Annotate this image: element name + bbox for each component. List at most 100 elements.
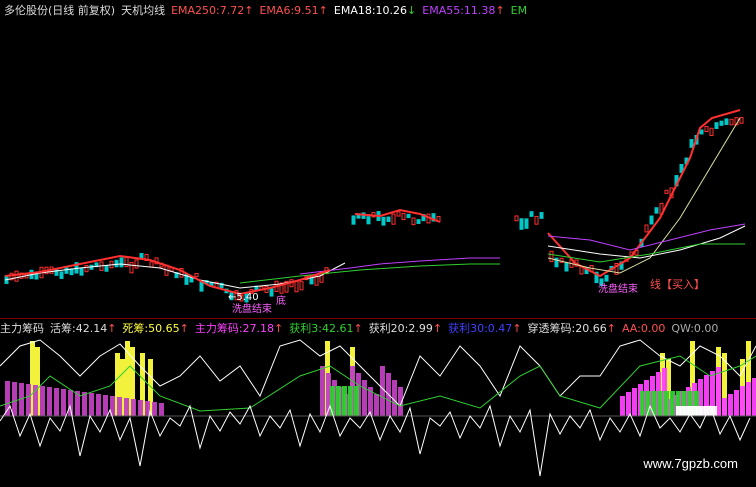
- chip-bar: [380, 366, 385, 416]
- chip-bar: [103, 395, 108, 416]
- ema6-value: EMA6:9.51: [259, 3, 319, 17]
- ema-green-line: [239, 263, 500, 284]
- candle: [124, 256, 129, 268]
- arrow-up-icon: ↑: [512, 321, 522, 335]
- candle: [391, 213, 396, 225]
- chip-bar: [159, 403, 164, 416]
- candle: [549, 250, 554, 263]
- chip-bar: [124, 398, 129, 416]
- profit30-value: 获利30:0.47: [448, 322, 513, 335]
- buy-signal-label: 线【买入】: [650, 278, 705, 291]
- chip-bar: [68, 390, 73, 416]
- ema250-value: EMA250:7.72: [171, 3, 245, 17]
- wash-end-label: 洗盘结束: [598, 284, 638, 295]
- arrow-up-icon: ↑: [274, 321, 284, 335]
- candle: [14, 270, 19, 282]
- chip-bar: [330, 386, 335, 416]
- chip-bar: [54, 388, 59, 416]
- chip-bar: [26, 384, 31, 416]
- chip-bar: [740, 386, 745, 416]
- profit3-value: 获利3:42.61: [289, 322, 354, 335]
- ema55-value: EMA55:11.38: [422, 3, 496, 17]
- chip-bar: [362, 380, 367, 416]
- arrow-up-icon: ↑: [495, 3, 505, 17]
- candle: [689, 139, 694, 148]
- qw-value: QW:0.00: [671, 321, 719, 335]
- candle: [524, 218, 529, 229]
- chip-bar: [626, 392, 631, 416]
- chip-bar: [47, 387, 52, 416]
- dead-chip-value: 死筹:50.65: [122, 322, 180, 335]
- chip-bar: [5, 381, 10, 416]
- ema18-value: EMA18:10.26: [333, 3, 408, 17]
- candle: [514, 215, 519, 222]
- candle: [699, 129, 704, 135]
- chip-bar: [131, 399, 136, 416]
- candle: [104, 265, 109, 272]
- ema-white2-line-right: [547, 225, 746, 259]
- panel-divider: [0, 318, 756, 319]
- profit20-value: 获利20:2.99: [368, 322, 433, 335]
- chip-bar: [722, 398, 727, 416]
- candle: [564, 262, 569, 272]
- chip-bar: [354, 386, 359, 416]
- watermark: www.7gpzb.com: [643, 456, 738, 471]
- candle: [119, 257, 124, 268]
- arrow-up-icon: ↑: [353, 321, 363, 335]
- candle: [386, 216, 391, 222]
- chip-bar: [320, 366, 325, 416]
- candle: [719, 120, 724, 126]
- candle: [396, 211, 401, 217]
- chip-bar: [12, 382, 17, 416]
- active-chip-value: 活筹:42.14: [50, 322, 108, 335]
- aa-value: AA:0.00: [621, 321, 666, 335]
- candle: [351, 215, 356, 225]
- candle: [149, 261, 154, 268]
- arrow-up-icon: ↑: [107, 321, 117, 335]
- chip-bar: [374, 394, 379, 416]
- chip-bar: [734, 390, 739, 416]
- chip-bar: [336, 386, 341, 416]
- arrow-up-icon: ↑: [179, 321, 189, 335]
- candle: [134, 259, 139, 269]
- indicator-header: 多伦股份(日线 前复权) 天机均线 EMA250:7.72 ↑ EMA6:9.5…: [4, 2, 756, 18]
- candle: [294, 280, 299, 293]
- candle: [401, 212, 406, 221]
- candle: [194, 273, 199, 278]
- candle: [381, 216, 386, 226]
- candle: [269, 288, 274, 297]
- candle: [739, 116, 744, 124]
- candle: [714, 122, 719, 130]
- candle: [59, 271, 64, 279]
- candle: [416, 219, 421, 224]
- candle: [411, 217, 416, 226]
- chip-bar: [664, 391, 669, 416]
- chip-bar: [96, 394, 101, 416]
- candle: [644, 224, 649, 233]
- candlesticks: [4, 116, 744, 303]
- candle: [724, 118, 729, 126]
- candle: [84, 264, 89, 273]
- candle: [69, 268, 74, 276]
- ema-white-line-right: [547, 117, 741, 274]
- chip-bar: [40, 386, 45, 416]
- chip-indicator-name: 主力筹码: [0, 322, 44, 335]
- arrow-up-icon: ↑: [318, 3, 328, 17]
- main-chip-value: 主力筹码:27.18: [194, 322, 275, 335]
- chip-bar: [640, 391, 645, 416]
- candle: [79, 267, 84, 276]
- candle: [529, 211, 534, 217]
- candle: [539, 212, 544, 219]
- chip-bar: [746, 382, 751, 416]
- chip-bar: [392, 380, 397, 416]
- chip-bar: [117, 397, 122, 416]
- ema-red-line-right: [547, 109, 741, 278]
- chip-bar: [89, 393, 94, 416]
- arrow-up-icon: ↑: [606, 321, 616, 335]
- price-chart[interactable]: [0, 18, 756, 318]
- arrow-down-icon: ↓: [407, 3, 417, 17]
- chip-bar: [658, 391, 663, 416]
- chip-bar: [670, 391, 675, 416]
- candle: [366, 216, 371, 225]
- arrow-up-icon: ↑: [432, 321, 443, 335]
